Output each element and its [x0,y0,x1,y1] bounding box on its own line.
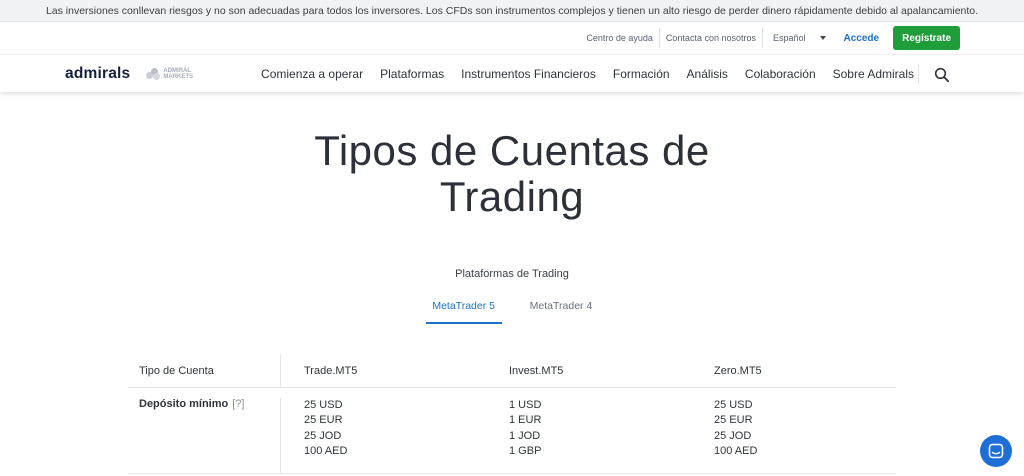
nav-menu: Comienza a operar Plataformas Instrument… [261,67,914,81]
contact-link[interactable]: Contacta con nosotros [660,27,762,49]
risk-warning-text: Las inversiones conllevan riesgos y no s… [45,4,979,17]
help-center-link[interactable]: Centro de ayuda [580,27,659,49]
header-trade-mt5: Trade.MT5 [304,364,358,377]
header-account-type: Tipo de Cuenta [128,354,281,387]
tab-metatrader-4[interactable]: MetaTrader 4 [524,300,599,324]
register-button[interactable]: Regístrate [893,26,960,50]
header-invest-mt5: Invest.MT5 [509,364,564,377]
header-zero-mt5: Zero.MT5 [714,364,762,377]
help-tooltip-trigger[interactable]: [?] [232,398,244,410]
nav-item-comienza-a-operar[interactable]: Comienza a operar [261,67,363,81]
trade-min-deposit: 25 USD 25 EUR 25 JOD 100 AED [304,399,348,457]
page-title: Tipos de Cuentas de Trading [314,127,710,220]
chat-icon [988,443,1004,459]
sublogo-line2: MARKETS [163,73,194,80]
language-label: Español [772,33,806,43]
nav-item-plataformas[interactable]: Plataformas [380,67,444,81]
account-types-table: Tipo de Cuenta Trade.MT5 Invest.MT5 Zero… [128,354,896,474]
tab-metatrader-5[interactable]: MetaTrader 5 [425,300,502,324]
risk-warning-banner: Las inversiones conllevan riesgos y no s… [0,0,1024,22]
divider [918,64,919,84]
nav-item-colaboracion[interactable]: Colaboración [745,67,816,81]
main-navigation: admirals ADMIRAL MARKETS Comienza a oper… [0,54,1024,92]
zero-min-deposit: 25 USD 25 EUR 25 JOD 100 AED [714,399,758,457]
chat-button[interactable] [980,435,1012,467]
nav-item-formacion[interactable]: Formación [613,67,670,81]
search-icon[interactable] [934,67,950,83]
sublogo-line1: ADMIRAL [163,67,192,74]
admiral-markets-mark-icon [146,67,161,80]
login-link[interactable]: Accede [838,33,894,44]
row-label: Depósito mínimo [139,398,229,410]
platforms-label: Plataformas de Trading [455,268,569,280]
nav-item-analisis[interactable]: Análisis [687,67,728,81]
utility-bar: Centro de ayuda Contacta con nosotros Es… [0,22,1024,54]
invest-min-deposit: 1 USD 1 EUR 1 JOD 1 GBP [509,399,542,457]
table-header: Tipo de Cuenta Trade.MT5 Invest.MT5 Zero… [128,354,896,388]
platform-tabs: MetaTrader 5 MetaTrader 4 [0,300,1024,324]
table-row: Depósito mínimo [?] 25 USD 25 EUR 25 JOD… [128,388,896,474]
nav-item-instrumentos-financieros[interactable]: Instrumentos Financieros [461,67,596,81]
admirals-logo[interactable]: admirals [65,65,130,83]
nav-item-sobre-admirals[interactable]: Sobre Admirals [833,67,914,81]
chevron-down-icon [819,36,826,40]
admiral-markets-logo: ADMIRAL MARKETS [146,67,194,80]
language-selector[interactable]: Español [763,33,838,43]
